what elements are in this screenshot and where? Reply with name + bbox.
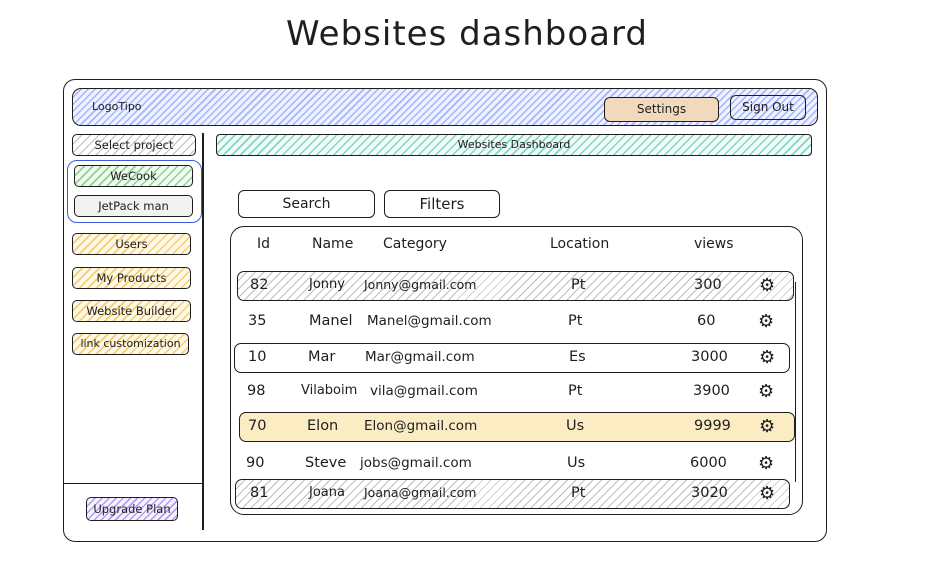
column-header-category: Category (383, 236, 447, 252)
sidebar-item-users[interactable]: Users (72, 233, 191, 255)
row-views: 300 (694, 277, 722, 293)
column-header-id: Id (257, 236, 271, 252)
project-wecook[interactable]: WeCook (74, 165, 193, 187)
logo[interactable]: LogoTipo (92, 100, 142, 113)
table-row[interactable]: 82 Jonny Jonny@gmail.com Pt 300 ⚙ (237, 271, 794, 301)
table-row[interactable]: 98 Vilaboim vila@gmail.com Pt 3900 ⚙ (237, 378, 794, 408)
row-name: Mar (308, 349, 336, 365)
table-row[interactable]: 10 Mar Mar@gmail.com Es 3000 ⚙ (234, 343, 790, 373)
row-views: 6000 (690, 455, 727, 471)
sign-out-button[interactable]: Sign Out (730, 95, 806, 120)
row-views: 3020 (691, 485, 728, 501)
row-category: Mar@gmail.com (365, 349, 475, 365)
table-scrollbar[interactable] (795, 282, 797, 482)
row-location: Pt (571, 485, 586, 501)
project-jetpack-man[interactable]: JetPack man (74, 195, 193, 217)
column-header-views: views (694, 236, 734, 252)
row-category: Elon@gmail.com (364, 418, 478, 434)
row-id: 82 (250, 277, 269, 293)
row-category: vila@gmail.com (370, 383, 478, 399)
row-views: 9999 (694, 418, 731, 434)
gear-icon[interactable]: ⚙ (759, 483, 775, 504)
row-views: 3900 (693, 383, 730, 399)
sidebar-separator (64, 483, 204, 485)
row-category: Jonny@gmail.com (364, 277, 477, 292)
row-name: Steve (305, 455, 347, 471)
row-location: Pt (568, 383, 583, 399)
row-id: 35 (248, 313, 267, 329)
row-location: Pt (571, 277, 586, 293)
row-name: Elon (307, 418, 339, 434)
sidebar-item-link-customization[interactable]: link customization (72, 333, 189, 355)
row-location: Es (569, 349, 586, 365)
row-category: Manel@gmail.com (367, 313, 492, 329)
dashboard-banner: Websites Dashboard (216, 134, 812, 156)
row-location: Pt (568, 313, 583, 329)
sidebar-divider (202, 133, 204, 530)
filters-button[interactable]: Filters (384, 190, 500, 218)
table-row[interactable]: 90 Steve jobs@gmail.com Us 6000 ⚙ (237, 450, 794, 480)
row-category: Joana@gmail.com (364, 485, 477, 500)
table-row[interactable]: 81 Joana Joana@gmail.com Pt 3020 ⚙ (235, 479, 790, 509)
gear-icon[interactable]: ⚙ (759, 416, 775, 437)
row-id: 70 (248, 418, 267, 434)
row-id: 81 (250, 485, 269, 501)
gear-icon[interactable]: ⚙ (758, 381, 774, 402)
column-header-location: Location (550, 236, 610, 252)
row-id: 98 (247, 383, 266, 399)
row-name: Vilaboim (301, 383, 358, 398)
row-id: 10 (248, 349, 267, 365)
select-project-button[interactable]: Select project (72, 134, 196, 156)
row-views: 3000 (691, 349, 728, 365)
row-name: Manel (309, 313, 353, 329)
column-header-name: Name (312, 236, 354, 252)
row-name: Jonny (309, 277, 345, 292)
row-id: 90 (246, 455, 265, 471)
row-name: Joana (309, 485, 345, 500)
settings-button[interactable]: Settings (604, 97, 719, 122)
row-views: 60 (697, 313, 716, 329)
gear-icon[interactable]: ⚙ (758, 311, 774, 332)
row-location: Us (566, 418, 585, 434)
sidebar-item-website-builder[interactable]: Website Builder (72, 300, 191, 322)
row-location: Us (567, 455, 586, 471)
page-title: Websites dashboard (286, 14, 648, 54)
search-button[interactable]: Search (238, 190, 375, 218)
table-row-highlighted[interactable]: 70 Elon Elon@gmail.com Us 9999 ⚙ (239, 412, 795, 442)
gear-icon[interactable]: ⚙ (759, 275, 775, 296)
table-row[interactable]: 35 Manel Manel@gmail.com Pt 60 ⚙ (237, 308, 794, 338)
upgrade-plan-button[interactable]: Upgrade Plan (86, 497, 178, 521)
sidebar-item-my-products[interactable]: My Products (72, 267, 191, 289)
row-category: jobs@gmail.com (360, 455, 472, 471)
gear-icon[interactable]: ⚙ (758, 453, 774, 474)
gear-icon[interactable]: ⚙ (759, 347, 775, 368)
